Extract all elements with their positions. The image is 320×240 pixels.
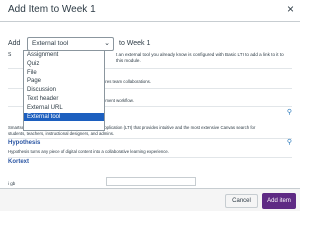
tool-name[interactable]: Hypothesis bbox=[8, 140, 40, 146]
left-stub-text: S bbox=[8, 52, 12, 58]
dropdown-option-discussion[interactable]: Discussion bbox=[24, 86, 104, 95]
dropdown-option-file[interactable]: File bbox=[24, 69, 104, 78]
dropdown-option-text-header[interactable]: Text header bbox=[24, 95, 104, 104]
to-module-label: to Week 1 bbox=[119, 40, 151, 47]
row-divider bbox=[8, 157, 292, 158]
dropdown-option-assignment[interactable]: Assignment bbox=[24, 51, 104, 60]
modal-title: Add Item to Week 1 bbox=[8, 4, 96, 15]
item-type-dropdown[interactable]: Assignment Quiz File Page Discussion Tex… bbox=[23, 50, 105, 131]
dropdown-option-quiz[interactable]: Quiz bbox=[24, 60, 104, 69]
tool-name[interactable]: Kortext bbox=[8, 159, 29, 165]
modal-footer: Cancel Add item bbox=[0, 188, 300, 211]
row-divider bbox=[8, 138, 292, 139]
search-icon: ⚲ bbox=[286, 139, 292, 146]
tool-description: students, teachers, instructional design… bbox=[8, 131, 115, 136]
search-icon: ⚲ bbox=[286, 109, 292, 116]
field-label: i gb bbox=[8, 181, 16, 186]
close-icon[interactable]: × bbox=[287, 3, 294, 15]
dropdown-option-external-tool[interactable]: External tool bbox=[24, 112, 104, 122]
cancel-button[interactable]: Cancel bbox=[225, 194, 258, 208]
instructions-line: t an external tool you already know is c… bbox=[116, 52, 284, 57]
tool-description: ement workflow. bbox=[103, 98, 134, 103]
tool-description: ures team collaborations. bbox=[103, 79, 152, 84]
tool-description: Hypothesis turns any piece of digital co… bbox=[8, 149, 169, 154]
chevron-down-icon: ⌄ bbox=[104, 40, 110, 47]
add-label: Add bbox=[8, 40, 21, 47]
modal-header: Add Item to Week 1 × bbox=[0, 0, 300, 22]
item-type-selected-value: External tool bbox=[32, 40, 69, 47]
dropdown-option-page[interactable]: Page bbox=[24, 77, 104, 86]
dropdown-option-external-url[interactable]: External URL bbox=[24, 104, 104, 113]
item-type-select[interactable]: External tool ⌄ bbox=[27, 37, 114, 51]
text-input[interactable] bbox=[106, 177, 196, 186]
add-item-button[interactable]: Add item bbox=[262, 193, 296, 209]
